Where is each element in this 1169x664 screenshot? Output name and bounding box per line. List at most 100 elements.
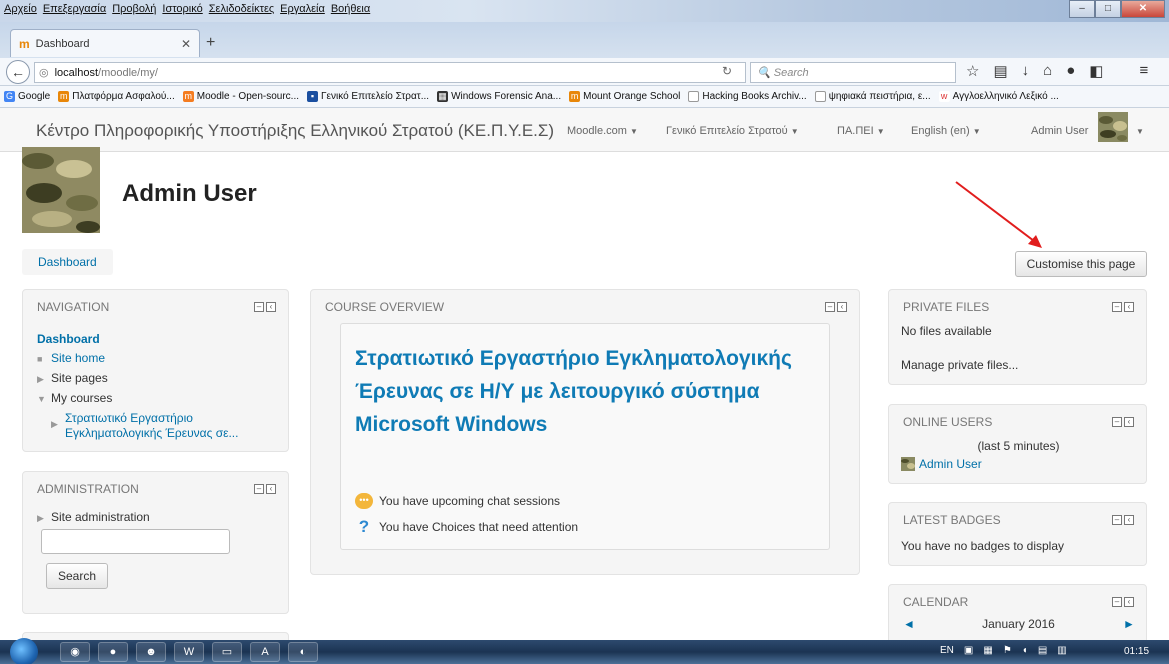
google-icon: G xyxy=(4,91,15,102)
user-menu-caret-icon[interactable]: ▼ xyxy=(1136,125,1144,137)
manage-files-link[interactable]: Manage private files... xyxy=(901,358,1018,372)
dock-icon[interactable]: ‹ xyxy=(1124,302,1134,312)
menu-help[interactable]: Βοήθεια xyxy=(331,3,370,15)
pocket-icon[interactable]: ◧ xyxy=(1089,62,1103,80)
volume-icon[interactable]: ◖ xyxy=(1022,645,1028,656)
admin-search-button[interactable]: Search xyxy=(46,563,108,589)
menu-file[interactable]: Αρχείο xyxy=(4,3,37,15)
menu-tools[interactable]: Εργαλεία xyxy=(280,3,325,15)
new-tab-icon[interactable]: + xyxy=(206,34,215,52)
nav-general-staff[interactable]: Γενικό Επιτελείο Στρατού ▼ xyxy=(666,125,799,137)
dock-icon[interactable]: ‹ xyxy=(266,302,276,312)
dock-icon[interactable]: ‹ xyxy=(1124,597,1134,607)
online-period: (last 5 minutes) xyxy=(977,439,1060,453)
course-title-link[interactable]: Στρατιωτικό Εργαστήριο Εγκληματολογικής … xyxy=(355,342,815,441)
expand-icon: ▶ xyxy=(37,374,44,384)
bookmark-item[interactable]: G Google xyxy=(4,91,50,102)
forensic-icon: ▦ xyxy=(437,91,449,102)
menu-icon[interactable]: ≡ xyxy=(1139,62,1148,80)
network-icon[interactable]: ▦ xyxy=(983,645,992,656)
nav-course-link[interactable]: ▶ Στρατιωτικό Εργαστήριο Εγκληματολογική… xyxy=(37,411,238,441)
caret-down-icon: ▼ xyxy=(790,127,799,136)
collapse-arrow-icon: ▼ xyxy=(37,394,46,404)
block-controls: – ‹ xyxy=(254,484,276,494)
menu-edit[interactable]: Επεξεργασία xyxy=(43,3,106,15)
next-month-icon[interactable]: ► xyxy=(1123,617,1135,631)
minimize-button[interactable]: – xyxy=(1069,0,1095,18)
bookmark-item[interactable]: ▦ Windows Forensic Ana... xyxy=(437,91,561,102)
bookmark-item[interactable]: m Moodle - Open-sourc... xyxy=(182,91,299,102)
choices-notice[interactable]: ? You have Choices that need attention xyxy=(355,518,578,536)
dock-icon[interactable]: ‹ xyxy=(837,302,847,312)
reload-icon[interactable]: ↻ xyxy=(722,64,732,78)
star-icon[interactable]: ☆ xyxy=(966,62,979,80)
menu-history[interactable]: Ιστορικό xyxy=(162,3,202,15)
dock-icon[interactable]: ‹ xyxy=(1124,417,1134,427)
collapse-icon[interactable]: – xyxy=(1112,417,1122,427)
nav-site-home[interactable]: ■ Site home xyxy=(37,349,238,369)
collapse-icon[interactable]: – xyxy=(254,302,264,312)
dock-icon[interactable]: ‹ xyxy=(266,484,276,494)
nav-moodle-com[interactable]: Moodle.com ▼ xyxy=(567,125,638,137)
nav-site-pages[interactable]: ▶ Site pages xyxy=(37,369,238,389)
bookmark-item[interactable]: Hacking Books Archiv... xyxy=(688,91,807,102)
tab-close-icon[interactable]: ✕ xyxy=(181,37,191,51)
nav-dashboard-link[interactable]: Dashboard xyxy=(37,330,238,349)
breadcrumb[interactable]: Dashboard xyxy=(22,249,113,275)
bookmark-item[interactable]: ▪ Γενικό Επιτελείο Στρατ... xyxy=(307,91,429,102)
moodle-icon: m xyxy=(58,91,70,102)
online-user-item[interactable]: Admin User xyxy=(901,457,982,471)
collapse-icon[interactable]: – xyxy=(1112,302,1122,312)
nav-language[interactable]: English (en) ▼ xyxy=(911,125,981,137)
download-icon[interactable]: ↓ xyxy=(1022,62,1030,80)
explorer-icon[interactable]: ▭ xyxy=(212,642,242,662)
collapse-icon[interactable]: – xyxy=(254,484,264,494)
collapse-icon[interactable]: – xyxy=(825,302,835,312)
menu-view[interactable]: Προβολή xyxy=(112,3,156,15)
app-icon[interactable]: ☻ xyxy=(136,642,166,662)
close-window-button[interactable]: ✕ xyxy=(1121,0,1165,18)
search-input[interactable]: 🔍 Search xyxy=(750,62,956,83)
maximize-button[interactable]: □ xyxy=(1095,0,1121,18)
chat-notice[interactable]: ••• You have upcoming chat sessions xyxy=(355,493,560,509)
menu-bookmarks[interactable]: Σελιδοδείκτες xyxy=(209,3,274,15)
nav-papei[interactable]: ΠΑ.ΠΕΙ ▼ xyxy=(837,125,885,137)
dock-icon[interactable]: ‹ xyxy=(1124,515,1134,525)
collapse-icon[interactable]: – xyxy=(1112,515,1122,525)
reading-list-icon[interactable]: ▤ xyxy=(993,62,1007,80)
chrome-icon[interactable]: ◉ xyxy=(60,642,90,662)
chat-icon[interactable]: ● xyxy=(1066,62,1075,80)
breadcrumb-dashboard[interactable]: Dashboard xyxy=(38,255,97,269)
start-button[interactable] xyxy=(10,638,38,664)
acrobat-icon[interactable]: A xyxy=(250,642,280,662)
collapse-icon[interactable]: – xyxy=(1112,597,1122,607)
user-menu[interactable]: Admin User xyxy=(1031,125,1088,137)
profile-picture xyxy=(22,147,100,233)
bookmark-item[interactable]: ψηφιακά πειστήρια, ε... xyxy=(814,91,931,102)
tray-icon[interactable]: ▤ xyxy=(1038,645,1047,656)
firefox-icon[interactable]: ● xyxy=(98,642,128,662)
admin-search-input[interactable] xyxy=(41,529,230,554)
bookmark-item[interactable]: m Πλατφόρμα Ασφαλού... xyxy=(58,91,175,102)
flag-icon[interactable]: ⚑ xyxy=(1003,645,1012,656)
course-card: Στρατιωτικό Εργαστήριο Εγκληματολογικής … xyxy=(340,323,830,550)
nav-my-courses[interactable]: ▼ My courses xyxy=(37,389,238,409)
tray-icon[interactable]: ▣ xyxy=(964,645,973,656)
bookmark-item[interactable]: m Mount Orange School xyxy=(569,91,680,102)
calendar-month[interactable]: January 2016 xyxy=(889,617,1148,631)
word-icon[interactable]: W xyxy=(174,642,204,662)
bookmark-item[interactable]: w Αγγλοελληνικό Λεξικό ... xyxy=(938,91,1059,102)
tab-dashboard[interactable]: m Dashboard ✕ xyxy=(10,29,200,57)
back-button[interactable]: ← xyxy=(6,60,30,84)
site-brand[interactable]: Κέντρο Πληροφορικής Υποστήριξης Ελληνικο… xyxy=(36,121,554,141)
language-indicator[interactable]: EN xyxy=(940,645,954,656)
customise-page-button[interactable]: Customise this page xyxy=(1015,251,1147,277)
caret-down-icon: ▼ xyxy=(972,127,981,136)
app-icon[interactable]: ◐ xyxy=(288,642,318,662)
home-icon[interactable]: ⌂ xyxy=(1043,62,1052,80)
site-administration-item[interactable]: ▶ Site administration xyxy=(37,508,150,528)
clock[interactable]: 01:15 xyxy=(1124,646,1149,657)
address-bar[interactable]: ◎ localhost/moodle/my/ xyxy=(34,62,746,83)
tray-icon[interactable]: ▥ xyxy=(1057,645,1066,656)
user-avatar[interactable] xyxy=(1098,112,1128,142)
